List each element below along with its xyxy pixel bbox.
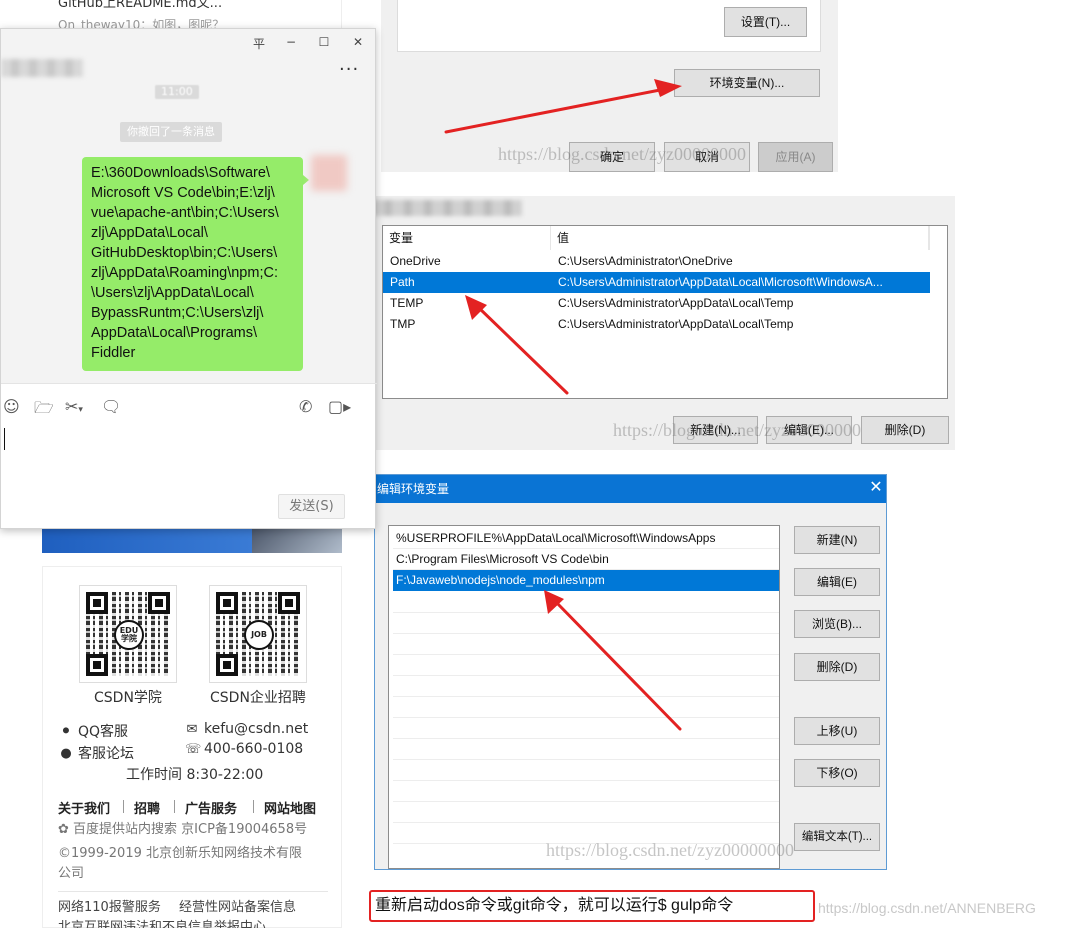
edit-text-button[interactable]: 编辑文本(T)...: [794, 823, 880, 851]
phone-label: 400-660-0108: [204, 741, 304, 757]
dialog-title-bar[interactable]: 编辑环境变量 ✕: [375, 475, 886, 503]
settings-button[interactable]: 设置(T)...: [724, 7, 807, 37]
variable-name: TMP: [390, 317, 416, 331]
icp-text[interactable]: 百度提供站内搜索 京ICP备19004658号: [73, 822, 307, 837]
mail-icon: ✉: [186, 721, 198, 737]
user-variable-row[interactable]: TEMP C:\Users\Administrator\AppData\Loca…: [383, 293, 930, 314]
path-entry[interactable]: C:\Program Files\Microsoft VS Code\bin: [393, 549, 779, 570]
maximize-icon[interactable]: ☐: [315, 35, 333, 49]
report-center-link[interactable]: 北京互联网违法和不良信息举报中心: [58, 917, 266, 928]
dialog-title: 编辑环境变量: [377, 482, 450, 496]
video-call-icon[interactable]: ▢▸: [328, 397, 351, 416]
close-icon[interactable]: ✕: [349, 35, 367, 49]
csdn-footer-panel: EDU 学院 JOB CSDN学院 CSDN企业招聘 ⚫ QQ客服 ✉ kefu…: [42, 566, 342, 928]
user-variable-row[interactable]: TMP C:\Users\Administrator\AppData\Local…: [383, 314, 930, 335]
blog-watermark: https://blog.csdn.net/ANNENBERG: [818, 900, 1036, 916]
close-icon[interactable]: ✕: [866, 475, 886, 503]
variable-name: OneDrive: [390, 254, 441, 268]
footer-link-ads[interactable]: 广告服务: [185, 798, 237, 817]
voice-call-icon[interactable]: ✆: [299, 397, 312, 416]
new-path-button[interactable]: 新建(N): [794, 526, 880, 554]
user-variables-heading-blurred: [372, 200, 522, 216]
apply-button[interactable]: 应用(A): [758, 142, 833, 172]
environment-variables-dialog: 变量 值 OneDrive C:\Users\Administrator\One…: [372, 196, 955, 450]
police-link-label: 网络110报警服务: [58, 900, 161, 915]
support-forum-label: 客服论坛: [78, 746, 134, 762]
environment-variables-button[interactable]: 环境变量(N)...: [674, 69, 820, 97]
delete-variable-button[interactable]: 删除(D): [861, 416, 949, 444]
recall-notice: 你撤回了一条消息: [120, 122, 222, 142]
move-up-button[interactable]: 上移(U): [794, 717, 880, 745]
delete-path-button[interactable]: 删除(D): [794, 653, 880, 681]
folder-icon[interactable]: 🗁: [34, 397, 54, 424]
copyright-line-2: 公司: [58, 866, 85, 881]
qq-penguin-icon: ⚫: [60, 723, 72, 739]
qr-caption-edu: CSDN学院: [94, 690, 162, 706]
variable-name: TEMP: [390, 296, 424, 310]
watermark: https://blog.csdn.net/zyz00000000: [498, 144, 746, 164]
watermark: https://blog.csdn.net/zyz00000000: [613, 420, 861, 440]
qr-code-job: JOB: [209, 585, 307, 683]
text-cursor: [4, 428, 5, 450]
chat-window: 平 − ☐ ✕ ··· 11:00 你撤回了一条消息 E:\360Downloa…: [0, 28, 377, 529]
emoji-icon[interactable]: ☺: [3, 397, 20, 416]
icp-line: ✿ 百度提供站内搜索 京ICP备19004658号: [58, 819, 307, 841]
system-properties-panel: 设置(T)... 环境变量(N)...: [381, 0, 838, 132]
edit-path-button[interactable]: 编辑(E): [794, 568, 880, 596]
copyright-line: ©1999-2019 北京创新乐知网络技术有限: [58, 846, 302, 861]
browse-button[interactable]: 浏览(B)...: [794, 610, 880, 638]
user-variable-row-selected[interactable]: Path C:\Users\Administrator\AppData\Loca…: [383, 272, 930, 293]
csdn-banner-image[interactable]: [42, 526, 342, 553]
column-header-variable[interactable]: 变量: [383, 226, 551, 250]
edu-logo: EDU 学院: [114, 620, 144, 650]
more-options-icon[interactable]: ···: [339, 59, 359, 80]
column-header-value[interactable]: 值: [551, 226, 929, 250]
phone-number: ☏ 400-660-0108: [185, 741, 303, 757]
icp-record-link[interactable]: 经营性网站备案信息: [179, 900, 296, 915]
qq-support-link[interactable]: ⚫ QQ客服: [59, 721, 129, 741]
path-entry[interactable]: %USERPROFILE%\AppData\Local\Microsoft\Wi…: [393, 528, 779, 549]
footer-link-about[interactable]: 关于我们: [58, 798, 110, 817]
instruction-caption: 重新启动dos命令或git命令，就可以运行$ gulp命令: [369, 890, 815, 922]
edit-environment-variable-dialog: 编辑环境变量 ✕ %USERPROFILE%\AppData\Local\Mic…: [374, 474, 887, 870]
send-button[interactable]: 发送(S): [278, 494, 345, 519]
minimize-icon[interactable]: −: [282, 35, 300, 49]
variable-name: Path: [390, 275, 415, 289]
baidu-paw-icon: ✿: [58, 822, 69, 837]
email-link[interactable]: ✉ kefu@csdn.net: [185, 721, 309, 737]
email-address: kefu@csdn.net: [204, 721, 309, 737]
footer-link-sitemap[interactable]: 网站地图: [264, 798, 316, 817]
chat-message-bubble[interactable]: E:\360Downloads\Software\ Microsoft VS C…: [82, 157, 303, 371]
qr-code-edu: EDU 学院: [79, 585, 177, 683]
screenshot-scissors-icon[interactable]: ✂▾: [65, 397, 83, 416]
variable-value: C:\Users\Administrator\AppData\Local\Tem…: [558, 317, 794, 331]
job-logo: JOB: [244, 620, 274, 650]
variable-value: C:\Users\Administrator\OneDrive: [558, 254, 733, 268]
user-variables-list[interactable]: 变量 值 OneDrive C:\Users\Administrator\One…: [382, 225, 948, 399]
variable-value: C:\Users\Administrator\AppData\Local\Tem…: [558, 296, 794, 310]
work-hours: 工作时间 8:30-22:00: [126, 764, 263, 784]
path-entry-selected[interactable]: F:\Javaweb\nodejs\node_modules\npm: [393, 570, 779, 591]
qq-support-label: QQ客服: [78, 724, 129, 740]
move-down-button[interactable]: 下移(O): [794, 759, 880, 787]
phone-icon: ☏: [185, 741, 202, 757]
contact-name-blurred: [1, 59, 83, 77]
user-variable-row[interactable]: OneDrive C:\Users\Administrator\OneDrive: [383, 251, 930, 272]
footer-link-jobs[interactable]: 招聘: [134, 798, 160, 817]
work-hours-label: 工作时间 8:30-22:00: [126, 767, 264, 783]
article-title[interactable]: GitHub上README.md文...: [58, 0, 222, 11]
pin-icon[interactable]: 平: [250, 35, 268, 52]
qr-caption-job: CSDN企业招聘: [210, 690, 306, 706]
chat-history-icon[interactable]: 🗨: [101, 397, 121, 416]
avatar[interactable]: [311, 155, 347, 191]
support-forum-link[interactable]: ● 客服论坛: [59, 743, 134, 763]
police-link[interactable]: 网络110报警服务 经营性网站备案信息: [58, 897, 296, 919]
variable-value: C:\Users\Administrator\AppData\Local\Mic…: [558, 275, 883, 289]
path-entries-list[interactable]: %USERPROFILE%\AppData\Local\Microsoft\Wi…: [388, 525, 780, 869]
watermark: https://blog.csdn.net/zyz00000000: [546, 840, 794, 860]
forum-icon: ●: [60, 745, 72, 761]
message-timestamp: 11:00: [155, 85, 199, 99]
